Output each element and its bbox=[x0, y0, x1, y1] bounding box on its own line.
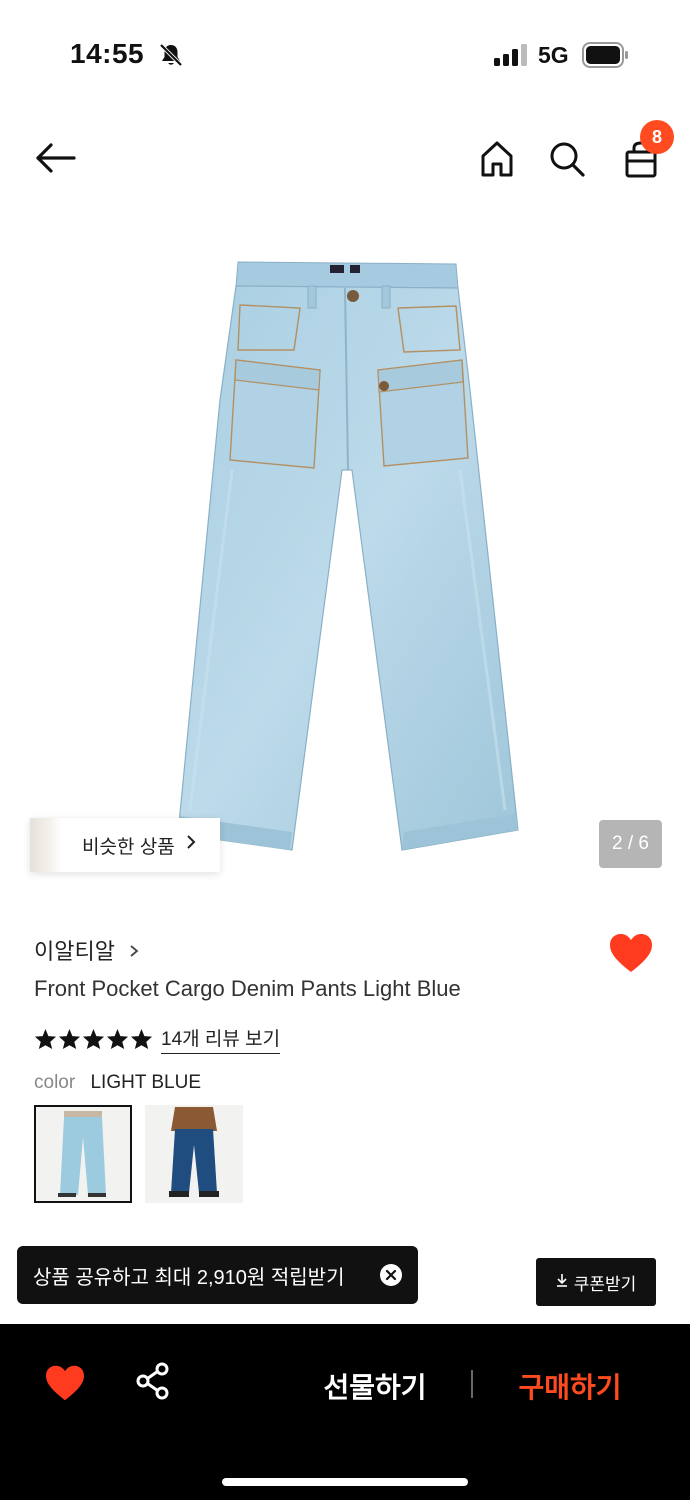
status-bar: 14:55 5G bbox=[0, 0, 690, 110]
cart-button[interactable]: 8 bbox=[616, 120, 674, 184]
buy-button[interactable]: 구매하기 bbox=[495, 1362, 645, 1410]
share-button[interactable] bbox=[134, 1362, 174, 1402]
brand-link[interactable]: 이알티알 bbox=[34, 934, 141, 966]
search-icon bbox=[550, 142, 585, 177]
similar-products-thumbnail bbox=[30, 818, 62, 872]
signal-icon bbox=[494, 44, 528, 71]
star-icon bbox=[58, 1028, 81, 1050]
network-label: 5G bbox=[538, 42, 569, 68]
battery-icon bbox=[582, 42, 630, 73]
arrow-left-icon bbox=[36, 143, 76, 173]
share-reward-toast[interactable]: 상품 공유하고 최대 2,910원 적립받기 bbox=[17, 1246, 418, 1304]
gift-button[interactable]: 선물하기 bbox=[300, 1362, 450, 1410]
status-time: 14:55 bbox=[70, 38, 145, 69]
star-icon bbox=[82, 1028, 105, 1050]
similar-products-label: 비슷한 상품 bbox=[82, 836, 175, 858]
color-swatch-light-blue[interactable] bbox=[34, 1105, 132, 1203]
share-icon bbox=[136, 1362, 169, 1400]
color-label: color bbox=[34, 1072, 76, 1093]
cart-count-badge: 8 bbox=[640, 120, 674, 154]
bell-slash-icon bbox=[158, 42, 184, 73]
chevron-right-icon bbox=[185, 833, 197, 857]
back-button[interactable] bbox=[30, 136, 80, 180]
review-link[interactable]: 14개 리뷰 보기 bbox=[161, 1024, 281, 1054]
home-indicator bbox=[222, 1478, 468, 1486]
color-value: LIGHT BLUE bbox=[90, 1072, 201, 1093]
coupon-button[interactable]: 쿠폰받기 bbox=[536, 1258, 656, 1306]
star-icon bbox=[130, 1028, 153, 1050]
rating-stars bbox=[34, 1028, 153, 1050]
heart-icon bbox=[610, 934, 652, 972]
close-icon[interactable] bbox=[380, 1264, 402, 1286]
color-row: color LIGHT BLUE bbox=[34, 1072, 201, 1094]
bottom-action-bar: 선물하기 구매하기 bbox=[0, 1324, 690, 1500]
product-image[interactable] bbox=[0, 210, 690, 890]
like-button[interactable] bbox=[608, 932, 654, 976]
button-divider bbox=[471, 1370, 473, 1398]
share-reward-text: 상품 공유하고 최대 2,910원 적립받기 bbox=[33, 1266, 345, 1289]
star-icon bbox=[106, 1028, 129, 1050]
home-icon bbox=[481, 141, 513, 177]
chevron-right-icon bbox=[130, 945, 139, 957]
top-nav: 8 bbox=[0, 120, 690, 200]
product-title: Front Pocket Cargo Denim Pants Light Blu… bbox=[34, 976, 461, 1001]
brand-name: 이알티알 bbox=[34, 939, 115, 964]
color-swatch-dark-blue[interactable] bbox=[145, 1105, 243, 1203]
coupon-label: 쿠폰받기 bbox=[573, 1274, 637, 1294]
bottom-like-button[interactable] bbox=[44, 1364, 86, 1404]
home-button[interactable] bbox=[474, 136, 520, 182]
similar-products-button[interactable]: 비슷한 상품 bbox=[30, 818, 220, 872]
search-button[interactable] bbox=[544, 136, 590, 182]
download-icon bbox=[556, 1273, 568, 1291]
heart-icon bbox=[46, 1365, 84, 1401]
star-icon bbox=[34, 1028, 57, 1050]
rating-row: 14개 리뷰 보기 bbox=[34, 1024, 281, 1054]
image-page-indicator: 2 / 6 bbox=[599, 820, 662, 868]
